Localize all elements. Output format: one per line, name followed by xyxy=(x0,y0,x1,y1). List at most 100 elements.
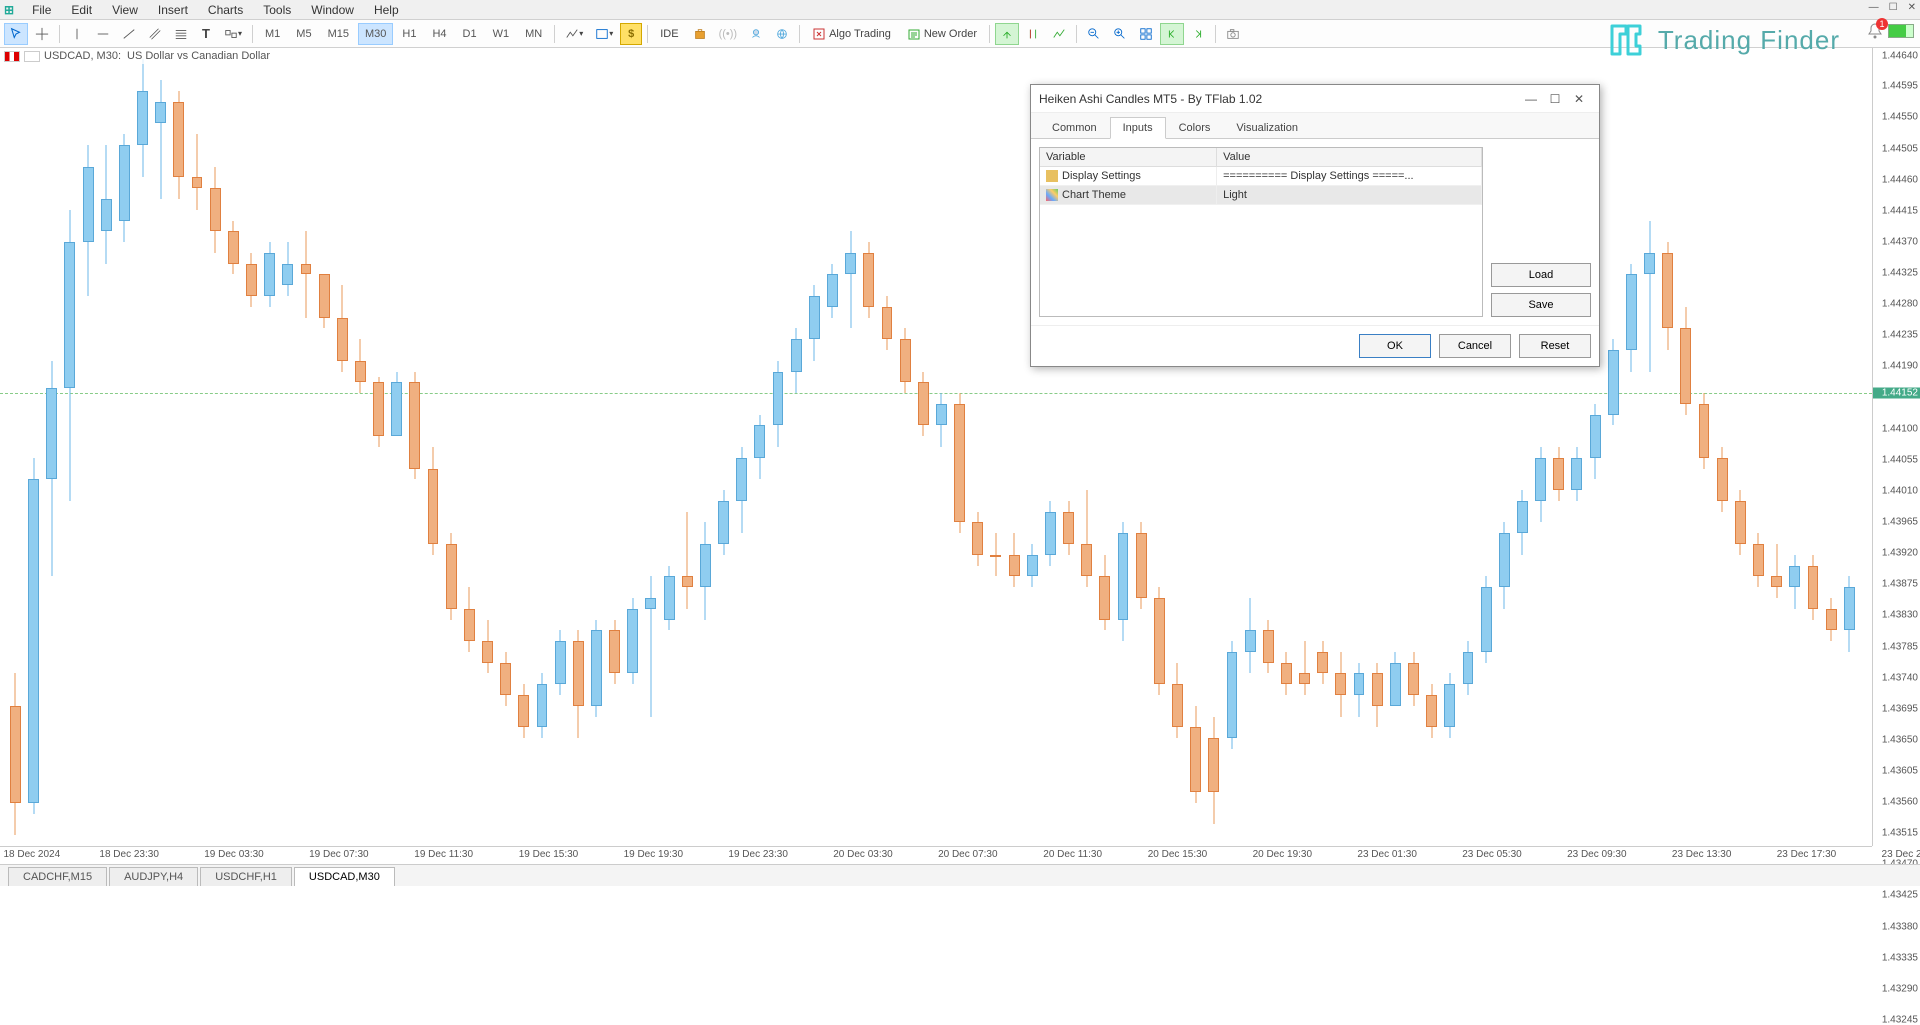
vps-button[interactable] xyxy=(744,23,768,45)
price-tick: 1.44640 xyxy=(1882,50,1918,61)
price-tick: 1.44415 xyxy=(1882,205,1918,216)
chart-tab[interactable]: CADCHF,M15 xyxy=(8,867,107,886)
step-fwd-button[interactable] xyxy=(1186,23,1210,45)
dialog-minimize-button[interactable]: — xyxy=(1519,92,1543,106)
step-back-button[interactable] xyxy=(1160,23,1184,45)
timeframe-M15[interactable]: M15 xyxy=(321,23,356,45)
market-button[interactable] xyxy=(688,23,712,45)
zoom-out-button[interactable] xyxy=(1082,23,1106,45)
price-tick: 1.43830 xyxy=(1882,610,1918,621)
trendline-tool[interactable] xyxy=(117,23,141,45)
price-tick: 1.44505 xyxy=(1882,143,1918,154)
tab-colors[interactable]: Colors xyxy=(1166,117,1224,138)
time-tick: 23 Dec 01:30 xyxy=(1357,849,1417,860)
community-button[interactable] xyxy=(770,23,794,45)
tab-visualization[interactable]: Visualization xyxy=(1223,117,1311,138)
horizontal-line-tool[interactable] xyxy=(91,23,115,45)
timeframe-H4[interactable]: H4 xyxy=(425,23,453,45)
connection-indicator[interactable] xyxy=(1888,24,1914,38)
time-axis[interactable]: 18 Dec 202418 Dec 23:3019 Dec 03:3019 De… xyxy=(0,846,1872,864)
menu-file[interactable]: File xyxy=(22,1,61,19)
menu-window[interactable]: Window xyxy=(301,1,364,19)
shift-button[interactable] xyxy=(1021,23,1045,45)
timeframe-M30[interactable]: M30 xyxy=(358,23,393,45)
timeframe-M5[interactable]: M5 xyxy=(289,23,318,45)
time-tick: 18 Dec 2024 xyxy=(3,849,60,860)
menu-tools[interactable]: Tools xyxy=(253,1,301,19)
reset-button[interactable]: Reset xyxy=(1519,334,1591,358)
time-tick: 20 Dec 03:30 xyxy=(833,849,893,860)
indicator-settings-dialog: Heiken Ashi Candles MT5 - By TFlab 1.02 … xyxy=(1030,84,1600,367)
price-tick: 1.43875 xyxy=(1882,579,1918,590)
price-tick: 1.44190 xyxy=(1882,361,1918,372)
tab-common[interactable]: Common xyxy=(1039,117,1110,138)
time-tick: 23 Dec 05:30 xyxy=(1462,849,1522,860)
input-row[interactable]: Display Settings========== Display Setti… xyxy=(1040,167,1482,186)
price-tick: 1.43965 xyxy=(1882,517,1918,528)
close-button[interactable]: ✕ xyxy=(1908,2,1916,13)
dialog-maximize-button[interactable]: ☐ xyxy=(1543,92,1567,106)
price-axis[interactable]: 1.446401.445951.445501.445051.444601.444… xyxy=(1872,48,1920,846)
menu-view[interactable]: View xyxy=(102,1,148,19)
menu-edit[interactable]: Edit xyxy=(61,1,102,19)
price-line xyxy=(0,393,1872,394)
price-tick: 1.43650 xyxy=(1882,734,1918,745)
vertical-line-tool[interactable] xyxy=(65,23,89,45)
dialog-close-button[interactable]: ✕ xyxy=(1567,92,1591,106)
minimize-button[interactable]: — xyxy=(1869,2,1879,13)
timeframe-D1[interactable]: D1 xyxy=(456,23,484,45)
ide-button[interactable]: IDE xyxy=(653,23,685,45)
save-button[interactable]: Save xyxy=(1491,293,1591,317)
chart-tab[interactable]: USDCAD,M30 xyxy=(294,867,395,886)
signals-button[interactable]: ((•)) xyxy=(714,23,743,45)
col-variable[interactable]: Variable xyxy=(1040,148,1217,167)
time-tick: 19 Dec 15:30 xyxy=(519,849,579,860)
maximize-button[interactable]: ☐ xyxy=(1889,2,1898,13)
dialog-tabs: CommonInputsColorsVisualization xyxy=(1031,113,1599,139)
objects-menu[interactable]: ▾ xyxy=(219,23,247,45)
menu-bar: ⊞ FileEditViewInsertChartsToolsWindowHel… xyxy=(0,0,1920,20)
brand-text: Trading Finder xyxy=(1658,25,1840,56)
fibonacci-tool[interactable] xyxy=(169,23,193,45)
price-tick: 1.44100 xyxy=(1882,423,1918,434)
timeframe-H1[interactable]: H1 xyxy=(395,23,423,45)
load-button[interactable]: Load xyxy=(1491,263,1591,287)
notification-bell-icon[interactable]: 1 xyxy=(1866,22,1884,40)
dollar-button[interactable]: $ xyxy=(620,23,642,45)
inputs-grid[interactable]: Variable Value Display Settings=========… xyxy=(1039,147,1483,317)
chart-type-menu[interactable]: ▾ xyxy=(560,23,588,45)
channel-tool[interactable] xyxy=(143,23,167,45)
chart-area[interactable]: USDCAD, M30: US Dollar vs Canadian Dolla… xyxy=(0,48,1920,864)
new-order-button[interactable]: New Order xyxy=(900,23,984,45)
notification-badge: 1 xyxy=(1876,18,1888,30)
col-value[interactable]: Value xyxy=(1217,148,1482,167)
menu-charts[interactable]: Charts xyxy=(198,1,253,19)
time-tick: 23 Dec 13:30 xyxy=(1672,849,1732,860)
time-tick: 23 Dec 09:30 xyxy=(1567,849,1627,860)
chart-tab[interactable]: AUDJPY,H4 xyxy=(109,867,198,886)
zoom-in-button[interactable] xyxy=(1108,23,1132,45)
timeframe-M1[interactable]: M1 xyxy=(258,23,287,45)
dialog-titlebar[interactable]: Heiken Ashi Candles MT5 - By TFlab 1.02 … xyxy=(1031,85,1599,113)
camera-button[interactable] xyxy=(1221,23,1245,45)
timeframe-MN[interactable]: MN xyxy=(518,23,549,45)
autoscroll-button[interactable] xyxy=(1047,23,1071,45)
tab-inputs[interactable]: Inputs xyxy=(1110,117,1166,139)
menu-insert[interactable]: Insert xyxy=(148,1,198,19)
current-price-label: 1.44152 xyxy=(1873,387,1920,398)
flag-icon-2 xyxy=(24,51,40,62)
tile-button[interactable] xyxy=(1134,23,1158,45)
menu-help[interactable]: Help xyxy=(364,1,409,19)
price-tick: 1.44460 xyxy=(1882,174,1918,185)
chart-tab[interactable]: USDCHF,H1 xyxy=(200,867,292,886)
input-row[interactable]: Chart ThemeLight xyxy=(1040,186,1482,205)
ok-button[interactable]: OK xyxy=(1359,334,1431,358)
cancel-button[interactable]: Cancel xyxy=(1439,334,1511,358)
text-tool[interactable]: T xyxy=(195,23,217,45)
algo-trading-button[interactable]: Algo Trading xyxy=(805,23,898,45)
timeframe-W1[interactable]: W1 xyxy=(486,23,517,45)
trade-up-button[interactable] xyxy=(995,23,1019,45)
cursor-tool[interactable] xyxy=(4,23,28,45)
crosshair-tool[interactable] xyxy=(30,23,54,45)
template-menu[interactable]: ▾ xyxy=(590,23,618,45)
